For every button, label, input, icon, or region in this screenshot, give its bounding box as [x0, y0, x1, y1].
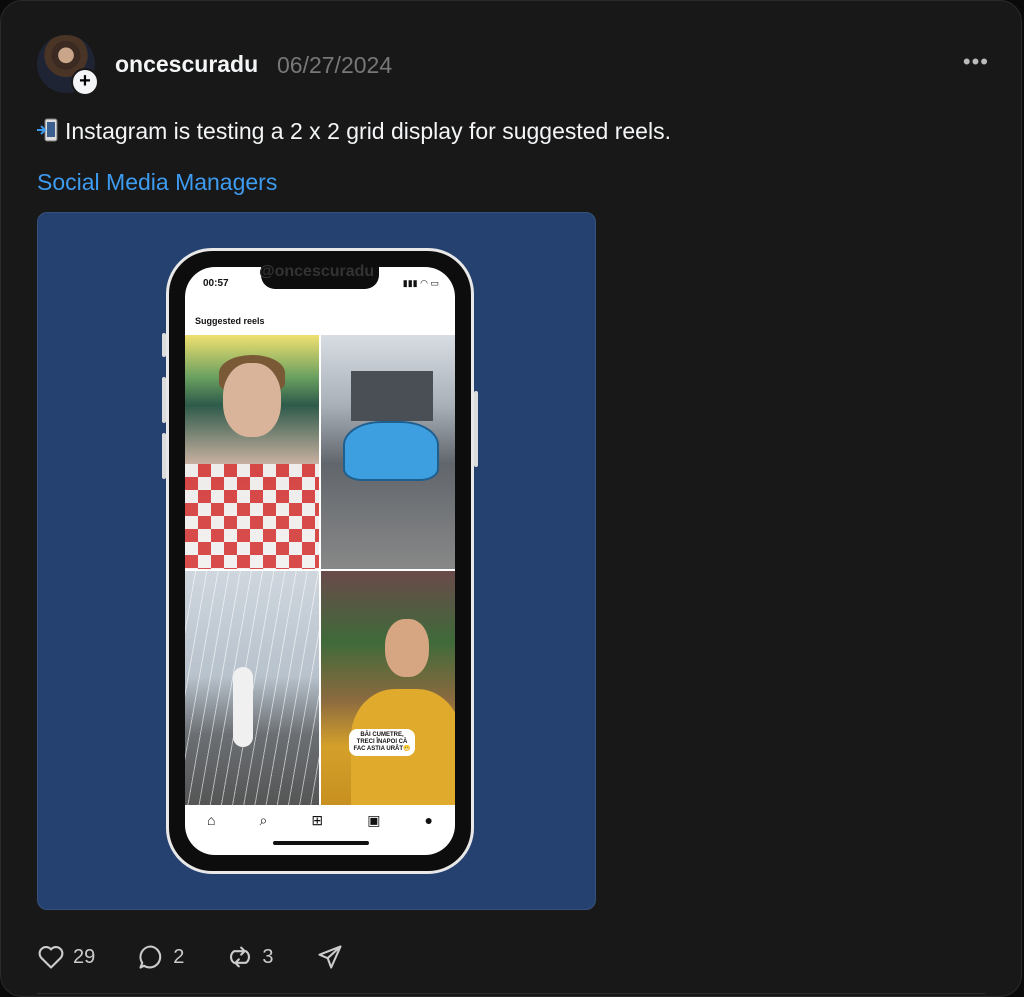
post-date: 06/27/2024 [277, 52, 393, 78]
like-button[interactable]: 29 [37, 943, 95, 971]
avatar[interactable]: + [37, 35, 99, 96]
more-icon[interactable]: ••• [963, 49, 989, 75]
post-text: Instagram is testing a 2 x 2 grid displa… [37, 118, 671, 145]
reel-skater [233, 667, 253, 747]
repost-count: 3 [262, 945, 274, 968]
post-card: + oncescuradu 06/27/2024 ••• Instagram i… [0, 0, 1022, 997]
reel-building [351, 371, 433, 421]
phone-screen: 00:57 ▮▮▮ ◠ ▭ Suggested reels BĂI CUMETR… [185, 267, 455, 855]
reels-icon: ▣ [367, 811, 381, 828]
create-icon: ⊞ [311, 811, 324, 828]
repost-icon [230, 946, 251, 968]
status-icons: ▮▮▮ ◠ ▭ [402, 278, 439, 288]
reel-face [385, 619, 429, 677]
reel-face [223, 363, 281, 437]
phone-side-button [162, 377, 166, 423]
reel-tile [321, 335, 455, 569]
share-button[interactable] [316, 943, 352, 971]
reel-shirt [185, 463, 319, 569]
reel-tile [185, 335, 319, 569]
post-text-content: Instagram is testing a 2 x 2 grid displa… [65, 118, 671, 144]
phone-side-button [162, 433, 166, 479]
phone-side-button [474, 391, 478, 467]
search-icon: ⌕ [259, 811, 268, 828]
phone-navbar: ⌂ ⌕ ⊞ ▣ ● [185, 805, 455, 835]
share-icon [317, 945, 342, 969]
like-count: 29 [73, 945, 96, 968]
plus-icon[interactable]: + [71, 68, 99, 96]
home-indicator [273, 841, 369, 845]
reply-button[interactable]: 2 [137, 943, 184, 971]
reel-car [343, 421, 439, 481]
heart-icon [38, 946, 64, 969]
reel-caption: BĂI CUMETRE, TRECI ÎNAPOI CĂ FAC ASTIA U… [349, 729, 415, 756]
topic-link[interactable]: Social Media Managers [37, 169, 277, 196]
post-image[interactable]: 00:57 ▮▮▮ ◠ ▭ Suggested reels BĂI CUMETR… [37, 212, 596, 910]
watermark: @oncescuradu [259, 263, 375, 280]
repost-button[interactable]: 3 [226, 943, 274, 971]
username[interactable]: oncescuradu [115, 51, 258, 78]
suggested-reels-label: Suggested reels [195, 316, 265, 326]
reels-grid: BĂI CUMETRE, TRECI ÎNAPOI CĂ FAC ASTIA U… [185, 335, 455, 805]
action-bar: 29 2 3 [37, 943, 394, 971]
divider [37, 993, 985, 994]
status-time: 00:57 [203, 278, 229, 289]
phone-mockup: 00:57 ▮▮▮ ◠ ▭ Suggested reels BĂI CUMETR… [162, 248, 478, 874]
phone-emoji-icon [37, 118, 58, 142]
reel-tile: BĂI CUMETRE, TRECI ÎNAPOI CĂ FAC ASTIA U… [321, 571, 455, 805]
comment-icon [139, 945, 162, 969]
home-icon: ⌂ [207, 812, 216, 828]
reel-tile [185, 571, 319, 805]
profile-icon: ● [424, 812, 433, 828]
phone-side-button [162, 333, 166, 357]
reply-count: 2 [173, 945, 185, 968]
